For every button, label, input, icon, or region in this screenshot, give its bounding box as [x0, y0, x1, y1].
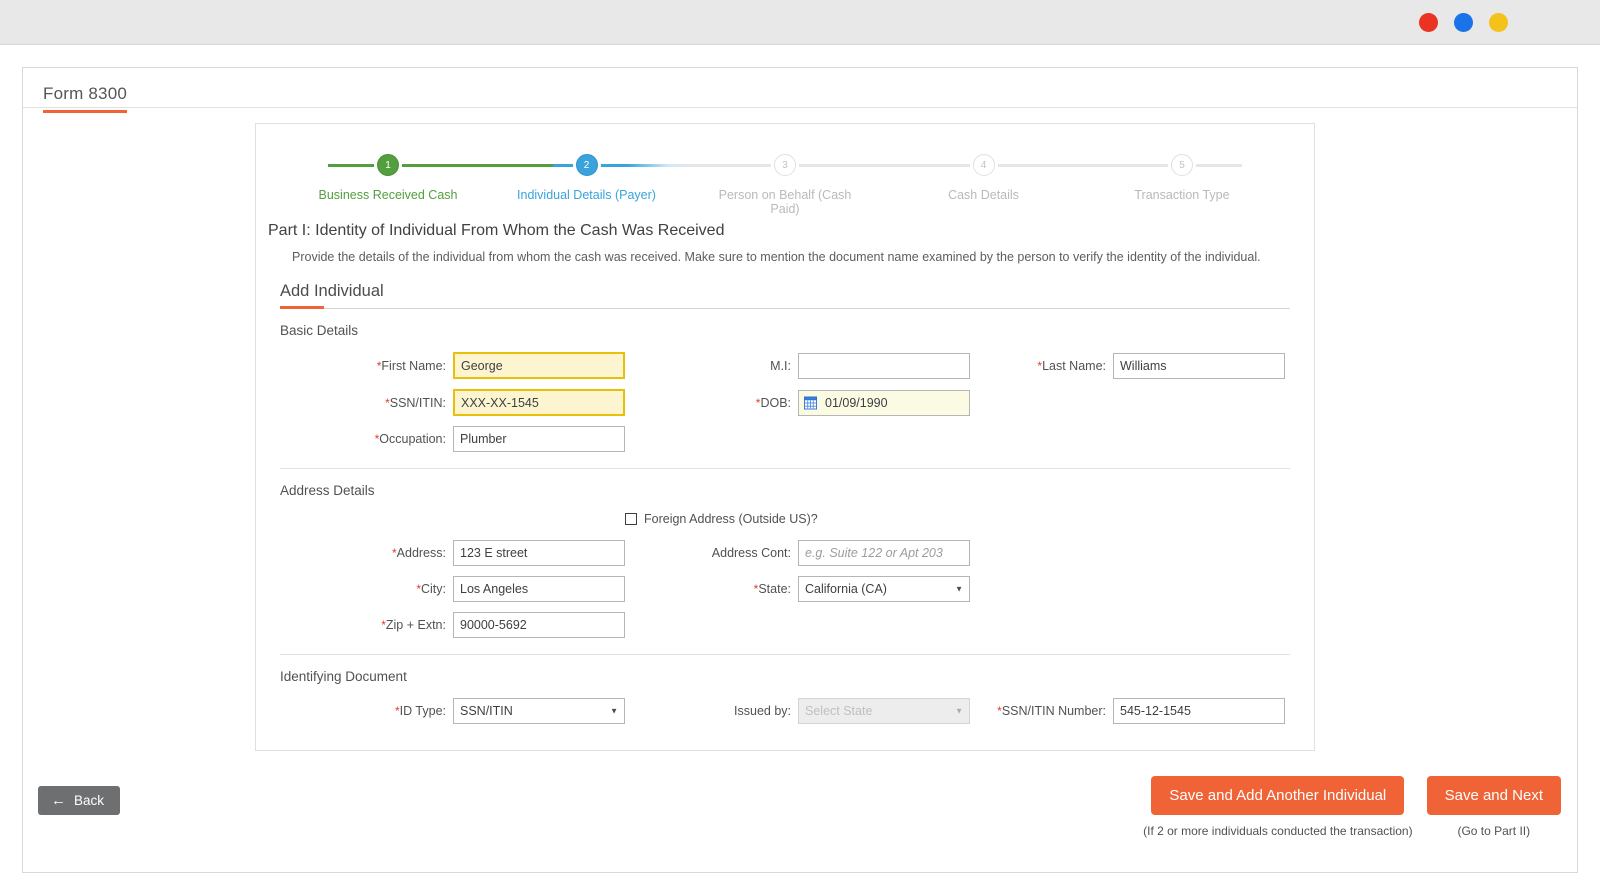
- address-details-row-3: *Zip + Extn:: [280, 612, 1290, 638]
- basic-details-row-2: *SSN/ITIN: *DOB:: [280, 389, 1290, 416]
- maximize-dot[interactable]: [1489, 12, 1508, 32]
- step-individual-details[interactable]: 2 Individual Details (Payer): [507, 150, 667, 216]
- address-details-row-1: *Address: Address Cont:: [280, 540, 1290, 566]
- id-type-label: *ID Type:: [395, 704, 446, 718]
- add-individual-title: Add Individual: [280, 282, 384, 308]
- identifying-document-title: Identifying Document: [280, 669, 407, 684]
- last-name-input[interactable]: [1113, 352, 1285, 379]
- address-cont-input[interactable]: [798, 540, 970, 566]
- step-4-bubble: 4: [972, 154, 995, 176]
- foreign-address-checkbox[interactable]: [625, 513, 637, 525]
- dob-input[interactable]: [798, 389, 970, 416]
- zip-label: *Zip + Extn:: [381, 618, 446, 632]
- state-select[interactable]: California (CA): [798, 576, 970, 602]
- save-and-next-note: (Go to Part II): [1457, 824, 1531, 838]
- city-input[interactable]: [453, 576, 625, 602]
- step-person-on-behalf[interactable]: 3 Person on Behalf (Cash Paid): [705, 150, 865, 216]
- step-transaction-type[interactable]: 5 Transaction Type: [1102, 150, 1262, 216]
- issued-by-label: Issued by:: [734, 704, 791, 718]
- ssn-itin-input[interactable]: [453, 389, 625, 416]
- page-card: Form 8300 1 Business Received Cash 2 Ind…: [22, 67, 1578, 873]
- occupation-input[interactable]: [453, 426, 625, 452]
- step-5-bubble: 5: [1171, 154, 1193, 176]
- browser-chrome: [0, 0, 1600, 45]
- part-description: Provide the details of the individual fr…: [292, 250, 1261, 264]
- first-name-label: *First Name:: [376, 358, 446, 373]
- address-details-section: Address Details Foreign Address (Outside…: [280, 469, 1290, 655]
- address-cont-label: Address Cont:: [711, 546, 791, 560]
- dob-label: *DOB:: [755, 395, 791, 410]
- identifying-document-row-1: *ID Type: SSN/ITIN ▼ Issued by: Select S…: [280, 698, 1290, 724]
- foreign-address-row[interactable]: Foreign Address (Outside US)?: [280, 512, 1290, 526]
- issued-by-select[interactable]: Select State: [798, 698, 970, 724]
- basic-details-section: Basic Details *First Name: M.I: *Last Na…: [280, 309, 1290, 469]
- minimize-dot[interactable]: [1454, 12, 1473, 32]
- step-business-received-cash[interactable]: 1 Business Received Cash: [308, 150, 468, 216]
- form-panel: 1 Business Received Cash 2 Individual De…: [255, 123, 1315, 751]
- ssn-itin-label: *SSN/ITIN:: [385, 395, 446, 410]
- form-footer: ← Back Save and Add Another Individual (…: [23, 764, 1577, 872]
- state-label: *State:: [753, 582, 791, 596]
- address-input[interactable]: [453, 540, 625, 566]
- footer-actions: Save and Add Another Individual (If 2 or…: [1143, 776, 1561, 838]
- page-header: Form 8300: [23, 68, 1577, 113]
- address-label: *Address:: [391, 546, 446, 560]
- step-3-bubble: 3: [774, 154, 796, 176]
- step-2-label: Individual Details (Payer): [517, 188, 656, 202]
- page-title: Form 8300: [43, 84, 128, 113]
- occupation-label: *Occupation:: [374, 432, 446, 446]
- add-individual-header: Add Individual: [280, 282, 1290, 309]
- step-2-bubble: 2: [575, 154, 598, 176]
- basic-details-title: Basic Details: [280, 323, 359, 338]
- city-label: *City:: [416, 582, 446, 596]
- ssn-itin-number-label: *SSN/ITIN Number:: [997, 704, 1106, 718]
- basic-details-row-3: *Occupation:: [280, 426, 1290, 452]
- step-3-label: Person on Behalf (Cash Paid): [718, 188, 852, 216]
- foreign-address-label: Foreign Address (Outside US)?: [644, 512, 818, 526]
- step-1-label: Business Received Cash: [318, 188, 458, 202]
- last-name-label: *Last Name:: [1037, 358, 1106, 373]
- part-title: Part I: Identity of Individual From Whom…: [268, 222, 725, 239]
- step-4-label: Cash Details: [948, 188, 1019, 202]
- back-button-label: Back: [74, 793, 105, 808]
- step-5-label: Transaction Type: [1134, 188, 1230, 202]
- step-1-bubble: 1: [377, 154, 399, 176]
- save-and-next-button[interactable]: Save and Next: [1426, 776, 1561, 815]
- save-and-add-another-individual-button[interactable]: Save and Add Another Individual: [1151, 776, 1405, 815]
- save-and-add-another-note: (If 2 or more individuals conducted the …: [1143, 824, 1413, 838]
- first-name-input[interactable]: [453, 352, 625, 379]
- window-controls: [1419, 12, 1508, 32]
- id-type-select[interactable]: SSN/ITIN: [453, 698, 625, 724]
- basic-details-row-1: *First Name: M.I: *Last Name:: [280, 352, 1290, 379]
- mi-input[interactable]: [798, 352, 970, 379]
- close-dot[interactable]: [1419, 12, 1438, 32]
- stepper: 1 Business Received Cash 2 Individual De…: [308, 150, 1262, 216]
- back-button[interactable]: ← Back: [38, 786, 121, 815]
- identifying-document-section: Identifying Document *ID Type: SSN/ITIN …: [280, 655, 1290, 728]
- mi-label: M.I:: [770, 358, 791, 373]
- ssn-itin-number-input[interactable]: [1113, 698, 1285, 724]
- address-details-title: Address Details: [280, 483, 375, 498]
- address-details-row-2: *City: *State: California (CA) ▼: [280, 576, 1290, 602]
- step-cash-details[interactable]: 4 Cash Details: [904, 150, 1064, 216]
- zip-input[interactable]: [453, 612, 625, 638]
- arrow-left-icon: ←: [51, 792, 66, 809]
- calendar-icon[interactable]: [804, 396, 817, 409]
